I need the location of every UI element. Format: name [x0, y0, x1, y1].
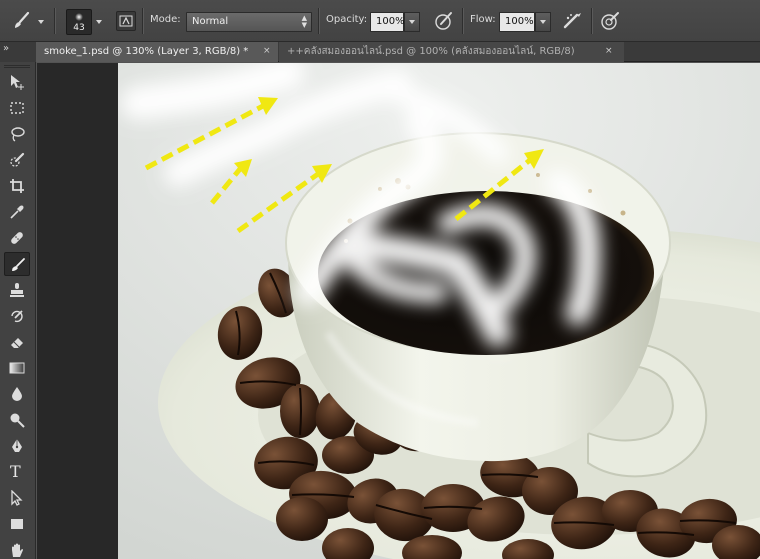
tablet-pressure-size-button[interactable]: [598, 9, 622, 33]
coffee-cup-photo: [118, 63, 760, 559]
flow-dropdown-button[interactable]: [535, 12, 551, 32]
brush-panel-toggle-button[interactable]: [116, 11, 136, 31]
quick-selection-tool[interactable]: [4, 148, 30, 172]
flow-input[interactable]: 100%: [499, 12, 535, 32]
brush-panel-icon: [119, 15, 133, 27]
blur-tool[interactable]: [4, 382, 30, 406]
move-tool[interactable]: [4, 70, 30, 94]
airbrush-button[interactable]: [561, 9, 585, 33]
separator: [142, 8, 143, 34]
opacity-value: 100%: [376, 16, 405, 27]
airbrush-icon: [563, 13, 581, 29]
flow-value: 100%: [505, 16, 534, 27]
gradient-icon: [9, 362, 25, 374]
document-tab-brain-online[interactable]: ++คลังสมองออนไลน์.psd @ 100% (คลังสมองออ…: [279, 42, 624, 62]
lasso-tool[interactable]: [4, 122, 30, 146]
brush-preset-picker[interactable]: 43: [66, 9, 106, 35]
opacity-dropdown-button[interactable]: [404, 12, 420, 32]
shape-tool[interactable]: [4, 512, 30, 536]
brush-tip-icon: [75, 13, 83, 21]
tool-preset-picker[interactable]: [8, 8, 48, 34]
document-tab-bar: smoke_1.psd @ 130% (Layer 3, RGB/8) * × …: [36, 42, 760, 62]
hand-tool[interactable]: [4, 538, 30, 559]
brush-icon: [15, 11, 30, 28]
tablet-pressure-opacity-button[interactable]: [432, 9, 456, 33]
pressure-size-icon: [601, 12, 619, 30]
chevron-down-icon: [96, 20, 102, 24]
mode-label: Mode:: [150, 14, 181, 25]
eyedropper-tool[interactable]: [4, 200, 30, 224]
chevron-down-icon: [38, 20, 44, 24]
close-icon[interactable]: ×: [605, 42, 613, 61]
eraser-tool[interactable]: [4, 330, 30, 354]
separator: [462, 8, 463, 34]
type-tool[interactable]: T: [4, 460, 30, 484]
document-tab-smoke[interactable]: smoke_1.psd @ 130% (Layer 3, RGB/8) * ×: [36, 42, 278, 62]
brush-size-value: 43: [73, 23, 85, 33]
marquee-icon: [10, 102, 24, 114]
history-brush-icon: [11, 310, 23, 323]
brush-tool[interactable]: [4, 252, 30, 276]
gradient-tool[interactable]: [4, 356, 30, 380]
separator: [318, 8, 319, 34]
opacity-input[interactable]: 100%: [370, 12, 405, 32]
chevron-down-icon: [540, 20, 546, 24]
eyedropper-icon: [10, 205, 24, 219]
healing-brush-tool[interactable]: [4, 226, 30, 250]
history-brush-tool[interactable]: [4, 304, 30, 328]
close-icon[interactable]: ×: [263, 42, 271, 61]
mode-select-value: Normal: [192, 16, 229, 27]
brush-preview: 43: [66, 9, 92, 35]
pen-tool[interactable]: [4, 434, 30, 458]
hand-icon: [12, 543, 23, 557]
arrow-icon: [11, 490, 23, 506]
crop-icon: [10, 179, 24, 193]
droplet-icon: [12, 387, 22, 401]
toolbar-header: »: [0, 42, 36, 62]
type-icon: T: [10, 462, 21, 481]
flow-label: Flow:: [470, 14, 496, 25]
document-canvas[interactable]: [118, 63, 760, 559]
mode-select[interactable]: Normal ▲ ▼: [186, 12, 312, 32]
pen-icon: [12, 439, 22, 452]
tab-label: ++คลังสมองออนไลน์.psd @ 100% (คลังสมองออ…: [287, 46, 575, 57]
lasso-icon: [11, 127, 25, 142]
separator: [54, 8, 55, 34]
quick-selection-icon: [10, 152, 25, 167]
crop-tool[interactable]: [4, 174, 30, 198]
opacity-label: Opacity:: [326, 14, 368, 25]
updown-icon: ▲ ▼: [301, 14, 307, 29]
rectangle-icon: [11, 519, 23, 529]
clone-stamp-tool[interactable]: [4, 278, 30, 302]
bandage-icon: [11, 232, 23, 244]
brush-icon: [12, 258, 25, 271]
tools-panel: T: [0, 62, 36, 559]
separator: [591, 8, 592, 34]
tab-label: smoke_1.psd @ 130% (Layer 3, RGB/8) *: [44, 46, 249, 57]
stamp-icon: [10, 283, 24, 297]
eraser-icon: [11, 338, 23, 348]
panel-grip[interactable]: [4, 65, 30, 68]
pressure-pen-icon: [435, 12, 452, 30]
options-bar: 43 Mode: Normal ▲ ▼ Opacity: 100% Flow: 1…: [0, 0, 760, 42]
marquee-tool[interactable]: [4, 96, 30, 120]
move-icon: [11, 75, 24, 90]
chevron-down-icon: [409, 20, 415, 24]
dodge-tool[interactable]: [4, 408, 30, 432]
expand-panels-icon[interactable]: »: [3, 43, 9, 54]
path-selection-tool[interactable]: [4, 486, 30, 510]
dodge-icon: [10, 413, 25, 428]
